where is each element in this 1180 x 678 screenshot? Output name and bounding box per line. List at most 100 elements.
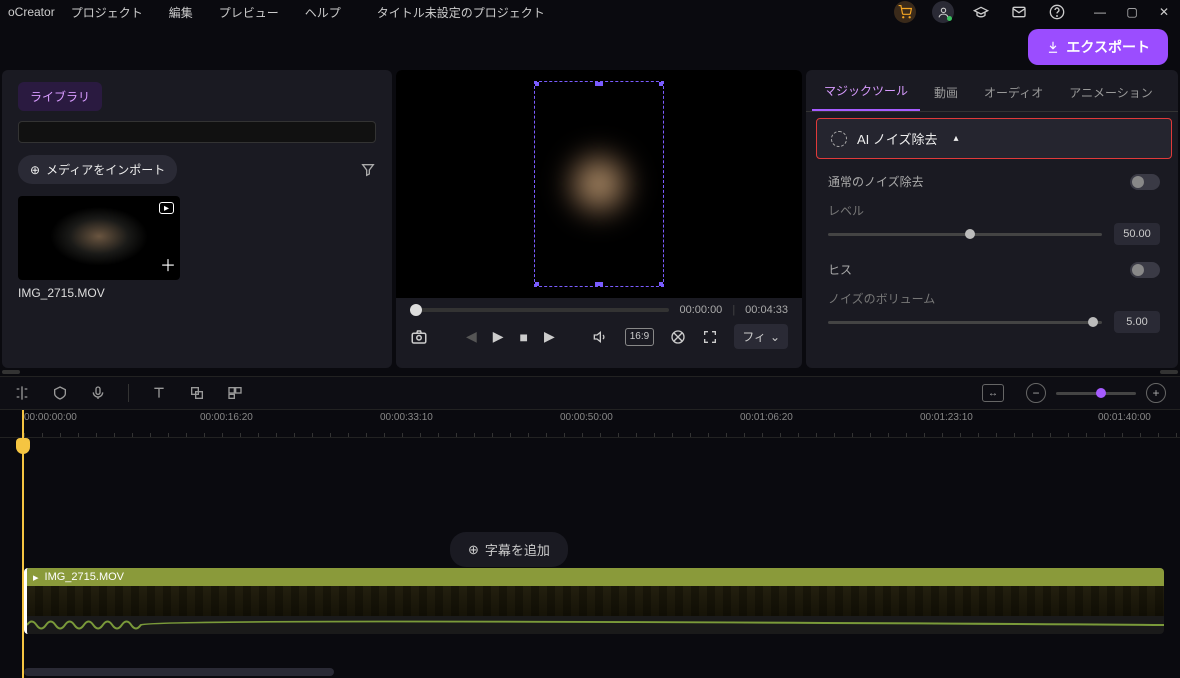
fullscreen-icon[interactable] <box>702 329 718 345</box>
chevron-up-icon: ▴ <box>954 133 959 144</box>
subtitle-prompt-label: 字幕を追加 <box>485 540 550 559</box>
resize-handle-top-right[interactable] <box>659 81 664 86</box>
clip-name: IMG_2715.MOV <box>45 571 124 583</box>
zoom-out-icon[interactable]: − <box>1026 383 1046 403</box>
user-icon[interactable] <box>932 1 954 23</box>
media-item[interactable]: ▸ ＋ IMG_2715.MOV <box>18 196 180 300</box>
level-label: レベル <box>814 198 1174 221</box>
menu-preview[interactable]: プレビュー <box>219 4 279 21</box>
close-icon[interactable]: ✕ <box>1156 5 1172 19</box>
cart-icon[interactable] <box>894 1 916 23</box>
help-icon[interactable] <box>1046 1 1068 23</box>
step-forward-icon[interactable]: ▶ <box>544 328 555 345</box>
text-icon[interactable] <box>151 385 167 401</box>
preview-current-time: 00:00:00 <box>679 304 722 316</box>
media-thumbnail[interactable]: ▸ ＋ <box>18 196 180 280</box>
grid-icon[interactable] <box>670 329 686 345</box>
snapshot-icon[interactable] <box>410 328 428 346</box>
tab-magic-tool[interactable]: マジックツール <box>812 72 920 111</box>
stop-icon[interactable]: ■ <box>520 329 528 345</box>
import-label: メディアをインポート <box>46 161 165 178</box>
noise-volume-slider[interactable] <box>828 321 1102 324</box>
menu-edit[interactable]: 編集 <box>169 4 193 21</box>
noise-volume-value[interactable]: 5.00 <box>1114 311 1160 333</box>
preview-total-time: 00:04:33 <box>745 304 788 316</box>
preview-selection-frame[interactable] <box>534 81 664 287</box>
menu-project[interactable]: プロジェクト <box>71 4 143 21</box>
ai-denoise-label: AI ノイズ除去 <box>857 129 938 148</box>
play-icon[interactable]: ▶ <box>493 328 504 345</box>
fit-width-icon[interactable]: ↔ <box>982 384 1004 402</box>
ruler-mark: 00:01:06:20 <box>740 412 793 423</box>
zoom-slider[interactable] <box>1056 392 1136 395</box>
media-filename: IMG_2715.MOV <box>18 286 180 300</box>
resize-handle-bottom-right[interactable] <box>659 282 664 287</box>
resize-handle-top-left[interactable] <box>534 81 539 86</box>
tab-animation[interactable]: アニメーション <box>1057 74 1165 111</box>
library-tab[interactable]: ライブラリ <box>18 82 102 111</box>
timeline[interactable]: 00:00:00:00 00:00:16:20 00:00:33:10 00:0… <box>0 410 1180 678</box>
level-value[interactable]: 50.00 <box>1114 223 1160 245</box>
clip-waveform <box>27 616 1164 634</box>
chevron-down-icon: ⌄ <box>770 330 780 344</box>
menu-help[interactable]: ヘルプ <box>305 4 341 21</box>
filter-icon[interactable] <box>360 162 376 178</box>
titlebar-right: — ▢ ✕ <box>894 1 1172 23</box>
export-label: エクスポート <box>1066 37 1150 57</box>
overlay-icon[interactable] <box>189 385 205 401</box>
library-panel: ライブラリ ⊕ メディアをインポート ▸ ＋ IMG_2715.MOV <box>2 70 392 368</box>
noise-volume-label: ノイズのボリューム <box>814 286 1174 309</box>
hiss-toggle[interactable] <box>1130 262 1160 278</box>
preview-progress-slider[interactable] <box>410 308 669 312</box>
academy-icon[interactable] <box>970 1 992 23</box>
step-back-icon[interactable]: ◀ <box>466 328 477 345</box>
ruler-mark: 00:00:16:20 <box>200 412 253 423</box>
level-slider[interactable] <box>828 233 1102 236</box>
tab-audio[interactable]: オーディオ <box>972 74 1055 111</box>
panel-divider[interactable] <box>0 368 1180 376</box>
export-button[interactable]: エクスポート <box>1028 29 1168 65</box>
ruler-mark: 00:00:50:00 <box>560 412 613 423</box>
resize-handle-bottom-mid[interactable] <box>595 282 603 287</box>
app-name: oCreator <box>8 5 55 19</box>
resize-handle-bottom-left[interactable] <box>534 282 539 287</box>
zoom-in-icon[interactable]: + <box>1146 383 1166 403</box>
hiss-row: ヒス <box>814 253 1174 286</box>
resize-handle-top-mid[interactable] <box>595 81 603 86</box>
minimize-icon[interactable]: — <box>1092 5 1108 19</box>
maximize-icon[interactable]: ▢ <box>1124 5 1140 19</box>
tab-video[interactable]: 動画 <box>922 74 970 111</box>
normal-denoise-row: 通常のノイズ除去 <box>814 165 1174 198</box>
video-clip[interactable]: ▸ IMG_2715.MOV <box>24 568 1164 634</box>
volume-icon[interactable] <box>593 329 609 345</box>
fit-dropdown[interactable]: フィ⌄ <box>734 324 788 349</box>
ai-denoise-accordion[interactable]: AI ノイズ除去 ▴ <box>816 118 1172 159</box>
library-search-input[interactable] <box>18 121 376 143</box>
hiss-label: ヒス <box>828 261 1118 278</box>
add-icon[interactable]: ＋ <box>160 252 176 276</box>
ai-icon <box>831 131 847 147</box>
normal-denoise-toggle[interactable] <box>1130 174 1160 190</box>
preview-canvas[interactable] <box>396 70 802 298</box>
inspector-panel: マジックツール 動画 オーディオ アニメーション AI ノイズ除去 ▴ 通常のノ… <box>806 70 1178 368</box>
voiceover-icon[interactable] <box>90 385 106 401</box>
ruler-mark: 00:00:00:00 <box>24 412 77 423</box>
ruler-mark: 00:00:33:10 <box>380 412 433 423</box>
ruler-mark: 00:01:23:10 <box>920 412 973 423</box>
media-grid: ▸ ＋ IMG_2715.MOV <box>18 196 376 300</box>
timeline-horizontal-scrollbar[interactable] <box>24 668 334 676</box>
project-title: タイトル未設定のプロジェクト <box>377 4 545 21</box>
mail-icon[interactable] <box>1008 1 1030 23</box>
aspect-ratio-toggle[interactable]: 16:9 <box>625 328 654 346</box>
marker-icon[interactable] <box>52 385 68 401</box>
playhead[interactable] <box>22 410 24 678</box>
preview-controls: 00:00:00 | 00:04:33 ◀ ▶ ■ ▶ 16:9 フィ⌄ <box>396 298 802 368</box>
split-icon[interactable] <box>14 385 30 401</box>
clip-video-icon: ▸ <box>33 571 39 584</box>
import-media-button[interactable]: ⊕ メディアをインポート <box>18 155 177 184</box>
main-panels: ライブラリ ⊕ メディアをインポート ▸ ＋ IMG_2715.MOV <box>0 70 1180 368</box>
ruler-mark: 00:01:40:00 <box>1098 412 1151 423</box>
add-subtitle-button[interactable]: ⊕ 字幕を追加 <box>450 532 568 567</box>
timeline-ruler[interactable]: 00:00:00:00 00:00:16:20 00:00:33:10 00:0… <box>0 410 1180 438</box>
layers-icon[interactable] <box>227 385 243 401</box>
